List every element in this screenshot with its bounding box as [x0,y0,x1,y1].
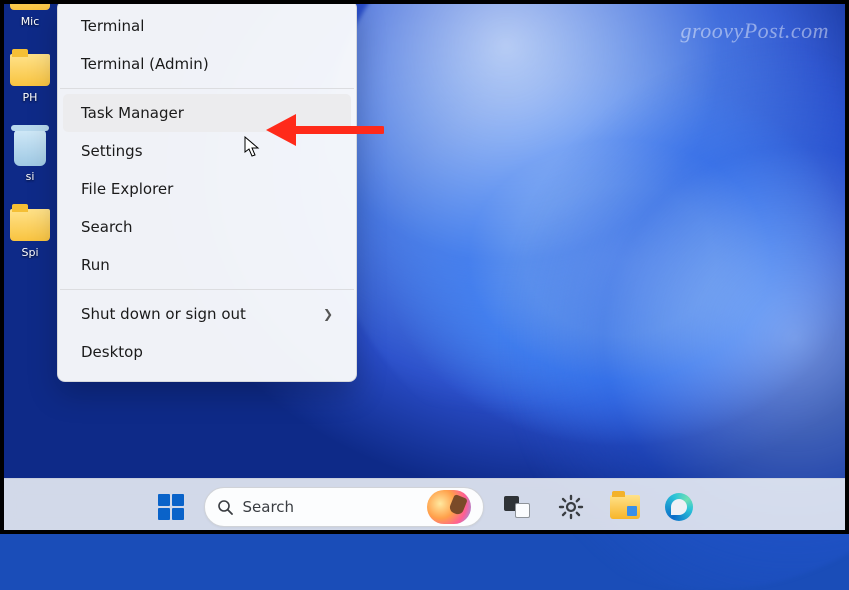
desktop-icon[interactable]: Mic [8,0,52,28]
folder-icon [610,495,640,519]
desktop-icon-label: Spi [8,246,52,259]
menu-item-label: Terminal [81,17,144,35]
menu-separator [60,289,354,290]
menu-item-label: File Explorer [81,180,173,198]
watermark-text: groovyPost.com [680,18,829,44]
annotation-arrow-icon [264,108,384,152]
menu-item-search[interactable]: Search [63,208,351,246]
menu-item-shut-down[interactable]: Shut down or sign out ❯ [63,295,351,333]
menu-separator [60,88,354,89]
edge-icon [665,493,693,521]
desktop-icon-label: si [8,170,52,183]
file-explorer-button[interactable] [604,486,646,528]
settings-button[interactable] [550,486,592,528]
search-icon [217,499,233,515]
desktop-icon[interactable]: PH [8,54,52,104]
menu-item-label: Search [81,218,133,236]
menu-item-label: Desktop [81,343,143,361]
desktop-icon-label: PH [8,91,52,104]
recycle-bin-icon [14,130,46,166]
search-placeholder: Search [243,498,417,516]
menu-item-file-explorer[interactable]: File Explorer [63,170,351,208]
folder-icon [10,209,50,241]
edge-button[interactable] [658,486,700,528]
gear-icon [558,494,584,520]
menu-item-label: Task Manager [81,104,184,122]
desktop-icon[interactable]: Spi [8,209,52,259]
desktop-icon-label: Mic [8,15,52,28]
task-view-icon [504,496,530,518]
start-button[interactable] [150,486,192,528]
menu-item-label: Run [81,256,110,274]
menu-item-desktop[interactable]: Desktop [63,333,351,371]
folder-icon [10,54,50,86]
taskbar: Search [0,478,849,534]
mouse-cursor-icon [244,136,260,158]
menu-item-label: Terminal (Admin) [81,55,209,73]
task-view-button[interactable] [496,486,538,528]
menu-item-label: Settings [81,142,143,160]
desktop-icon[interactable]: si [8,130,52,183]
menu-item-run[interactable]: Run [63,246,351,284]
menu-item-terminal[interactable]: Terminal [63,7,351,45]
menu-item-terminal-admin[interactable]: Terminal (Admin) [63,45,351,83]
folder-icon [10,0,50,10]
desktop-icons-column: Mic PH si Spi [8,0,56,285]
menu-item-label: Shut down or sign out [81,305,246,323]
chevron-right-icon: ❯ [323,307,333,321]
winx-context-menu: Terminal Terminal (Admin) Task Manager S… [57,0,357,382]
windows-logo-icon [158,494,184,520]
search-highlight-icon [427,490,471,524]
taskbar-search[interactable]: Search [204,487,484,527]
